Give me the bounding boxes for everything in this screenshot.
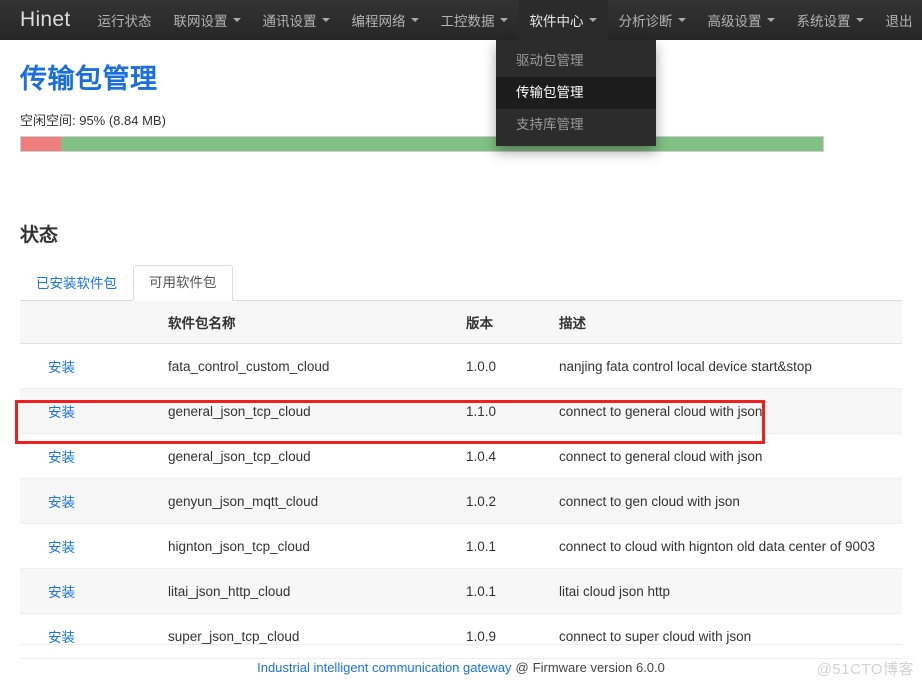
chevron-down-icon	[767, 18, 775, 22]
progress-free-segment	[61, 137, 823, 151]
cell-package-name: genyun_json_mqtt_cloud	[168, 479, 466, 524]
install-button[interactable]: 安装	[48, 360, 75, 375]
chevron-down-icon	[856, 18, 864, 22]
cell-description: litai cloud json http	[559, 569, 902, 614]
footer-firmware-version: Firmware version 6.0.0	[533, 660, 665, 675]
table-row: 安装 hignton_json_tcp_cloud1.0.1connect to …	[20, 524, 902, 569]
nav-item-label: 高级设置	[708, 10, 762, 30]
nav-item-label: 通讯设置	[263, 10, 317, 30]
nav-item-label: 分析诊断	[619, 10, 673, 30]
cell-action: 安装	[20, 569, 168, 614]
cell-action: 安装	[20, 524, 168, 569]
cell-version: 1.0.1	[466, 524, 559, 569]
chevron-down-icon	[678, 18, 686, 22]
nav-item-4[interactable]: 工控数据	[430, 0, 519, 40]
page-footer: Industrial intelligent communication gat…	[20, 644, 902, 689]
cell-package-name: hignton_json_tcp_cloud	[168, 524, 466, 569]
nav-item-label: 联网设置	[174, 10, 228, 30]
cell-version: 1.0.4	[466, 434, 559, 479]
table-row: 安装 litai_json_http_cloud1.0.1litai cloud …	[20, 569, 902, 614]
header-version: 版本	[466, 301, 559, 344]
storage-progress-bar	[20, 136, 824, 152]
nav-item-7[interactable]: 高级设置	[697, 0, 786, 40]
brand-logo[interactable]: Hinet	[0, 0, 87, 40]
progress-used-segment	[21, 137, 61, 151]
install-button[interactable]: 安装	[48, 495, 75, 510]
nav-item-label: 退出	[886, 10, 913, 30]
chevron-down-icon	[411, 18, 419, 22]
software-center-dropdown[interactable]: 驱动包管理传输包管理支持库管理	[496, 40, 656, 146]
cell-package-name: general_json_tcp_cloud	[168, 434, 466, 479]
chevron-down-icon	[233, 18, 241, 22]
free-space-label: 空闲空间: 95% (8.84 MB)	[20, 113, 902, 129]
cell-description: connect to cloud with hignton old data c…	[559, 524, 902, 569]
nav-item-8[interactable]: 系统设置	[786, 0, 875, 40]
cell-action: 安装	[20, 344, 168, 389]
cell-description: connect to general cloud with json	[559, 434, 902, 479]
install-button[interactable]: 安装	[48, 405, 75, 420]
nav-item-list: 运行状态 联网设置 通讯设置 编程网络 工控数据 软件中心 分析诊断 高级设置 系统设置 退出	[87, 0, 922, 40]
nav-item-9[interactable]: 退出	[875, 0, 922, 40]
nav-item-2[interactable]: 通讯设置	[252, 0, 341, 40]
table-header-row: 软件包名称 版本 描述	[20, 301, 902, 344]
footer-at-symbol: @	[515, 660, 528, 675]
install-button[interactable]: 安装	[48, 630, 75, 645]
footer-gateway-link[interactable]: Industrial intelligent communication gat…	[257, 660, 511, 675]
chevron-down-icon	[500, 18, 508, 22]
install-button[interactable]: 安装	[48, 540, 75, 555]
cell-version: 1.0.2	[466, 479, 559, 524]
header-package-name: 软件包名称	[168, 301, 466, 344]
nav-item-5[interactable]: 软件中心	[519, 0, 608, 40]
table-row: 安装 general_json_tcp_cloud1.1.0connect to …	[20, 389, 902, 434]
watermark: @51CTO博客	[817, 658, 914, 679]
dropdown-item-2[interactable]: 支持库管理	[496, 109, 656, 141]
tab-1[interactable]: 可用软件包	[133, 265, 233, 301]
cell-package-name: litai_json_http_cloud	[168, 569, 466, 614]
nav-item-6[interactable]: 分析诊断	[608, 0, 697, 40]
dropdown-item-1[interactable]: 传输包管理	[496, 77, 656, 109]
cell-package-name: fata_control_custom_cloud	[168, 344, 466, 389]
cell-version: 1.0.1	[466, 569, 559, 614]
top-navbar: Hinet 运行状态 联网设置 通讯设置 编程网络 工控数据 软件中心 分析诊断 高级设置 系统…	[0, 0, 922, 40]
nav-item-label: 工控数据	[441, 10, 495, 30]
cell-action: 安装	[20, 434, 168, 479]
cell-description: nanjing fata control local device start&…	[559, 344, 902, 389]
cell-version: 1.0.0	[466, 344, 559, 389]
cell-action: 安装	[20, 479, 168, 524]
cell-version: 1.1.0	[466, 389, 559, 434]
page-content: 传输包管理 空闲空间: 95% (8.84 MB) 状态 已安装软件包可用软件包…	[0, 62, 922, 659]
chevron-down-icon	[322, 18, 330, 22]
package-table-body: 安装 fata_control_custom_cloud1.0.0nanjing …	[20, 344, 902, 659]
cell-description: connect to gen cloud with json	[559, 479, 902, 524]
package-table-head: 软件包名称 版本 描述	[20, 301, 902, 344]
table-row: 安装 genyun_json_mqtt_cloud1.0.2connect to …	[20, 479, 902, 524]
chevron-down-icon	[589, 18, 597, 22]
nav-item-0[interactable]: 运行状态	[87, 0, 163, 40]
package-table: 软件包名称 版本 描述 安装fata_control_custom_cloud1…	[20, 301, 902, 659]
nav-item-label: 运行状态	[98, 10, 152, 30]
package-tabs: 已安装软件包可用软件包	[20, 266, 902, 301]
nav-item-3[interactable]: 编程网络	[341, 0, 430, 40]
dropdown-item-0[interactable]: 驱动包管理	[496, 45, 656, 77]
header-action	[20, 301, 168, 344]
cell-package-name: general_json_tcp_cloud	[168, 389, 466, 434]
nav-item-label: 软件中心	[530, 10, 584, 30]
nav-item-1[interactable]: 联网设置	[163, 0, 252, 40]
tab-0[interactable]: 已安装软件包	[20, 266, 133, 301]
cell-action: 安装	[20, 389, 168, 434]
table-row: 安装 general_json_tcp_cloud1.0.4connect to …	[20, 434, 902, 479]
install-button[interactable]: 安装	[48, 450, 75, 465]
cell-description: connect to general cloud with json	[559, 389, 902, 434]
nav-item-label: 编程网络	[352, 10, 406, 30]
install-button[interactable]: 安装	[48, 585, 75, 600]
status-heading: 状态	[20, 224, 902, 248]
header-description: 描述	[559, 301, 902, 344]
nav-item-label: 系统设置	[797, 10, 851, 30]
page-title: 传输包管理	[20, 62, 902, 96]
table-row: 安装 fata_control_custom_cloud1.0.0nanjing …	[20, 344, 902, 389]
